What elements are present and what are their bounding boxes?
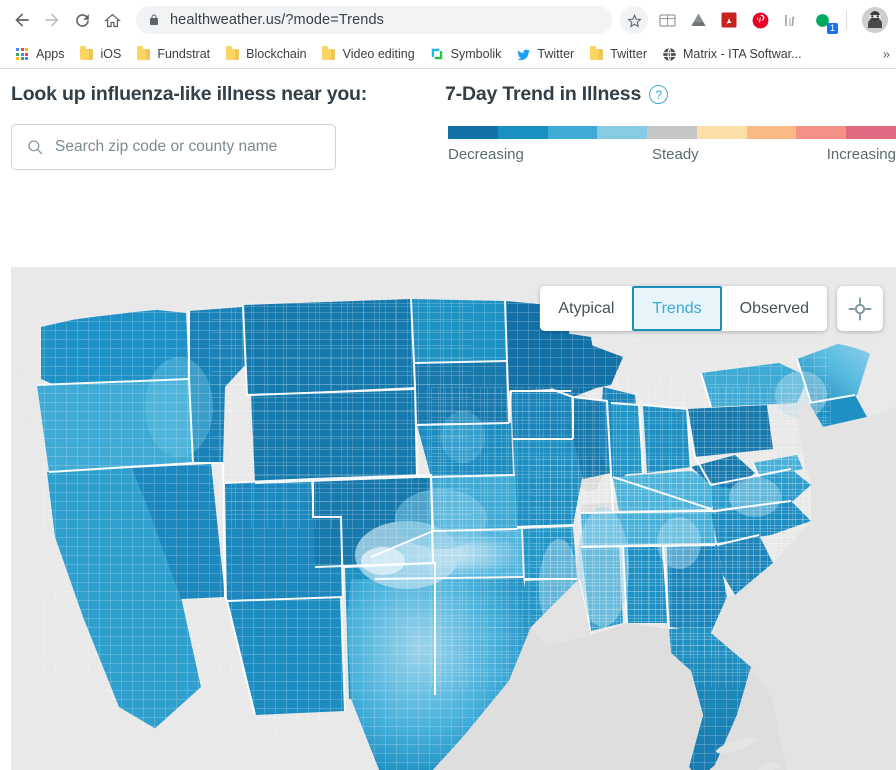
- back-button[interactable]: [8, 6, 36, 34]
- bookmarks-overflow-button[interactable]: »: [879, 45, 894, 64]
- apps-grid-icon: [14, 46, 30, 62]
- folder-icon: [79, 46, 95, 62]
- search-input[interactable]: [55, 138, 321, 156]
- crosshair-locate-icon[interactable]: [837, 286, 883, 331]
- reading-list-icon[interactable]: [656, 9, 678, 31]
- analytics-icon[interactable]: [780, 9, 802, 31]
- browser-chrome: healthweather.us/?mode=Trends 1 Apps iOS…: [0, 0, 896, 69]
- page-headline: Look up influenza-like illness near you:: [11, 83, 368, 105]
- search-panel: Look up influenza-like illness near you:: [0, 83, 440, 199]
- bookmark-label: Matrix - ITA Softwar...: [683, 47, 802, 61]
- legend-color-scale: [448, 126, 896, 139]
- google-drive-icon[interactable]: [687, 9, 709, 31]
- green-dot-extension-icon[interactable]: 1: [811, 9, 838, 34]
- forward-button[interactable]: [38, 6, 66, 34]
- bookmark-twitter-1[interactable]: Twitter: [508, 43, 581, 65]
- choropleth-map: [11, 267, 896, 770]
- folder-icon: [135, 46, 151, 62]
- pinterest-icon[interactable]: [749, 9, 771, 31]
- bookmark-blockchain[interactable]: Blockchain: [217, 43, 313, 65]
- extension-badge: 1: [827, 23, 838, 34]
- lock-icon: [148, 13, 160, 27]
- search-box[interactable]: [11, 124, 336, 170]
- bookmarks-bar: Apps iOS Fundstrat Blockchain Video edit…: [0, 40, 896, 68]
- search-icon: [26, 138, 44, 156]
- legend-swatch: [448, 126, 498, 139]
- legend-labels: Decreasing Steady Increasing: [448, 146, 896, 163]
- map-mode-segmented-control: Atypical Trends Observed: [540, 286, 827, 331]
- bookmark-twitter-2[interactable]: Twitter: [581, 43, 654, 65]
- header-row: Look up influenza-like illness near you:…: [0, 69, 896, 199]
- legend-title-row: 7-Day Trend in Illness ?: [445, 83, 896, 106]
- url-text: healthweather.us/?mode=Trends: [170, 12, 384, 28]
- legend-label-steady: Steady: [651, 146, 699, 163]
- bookmark-label: Apps: [36, 47, 65, 61]
- symbolik-icon: [429, 46, 445, 62]
- profile-avatar[interactable]: [862, 7, 888, 33]
- folder-icon: [588, 46, 604, 62]
- legend-swatch: [746, 126, 797, 139]
- legend-swatch: [696, 126, 747, 139]
- reload-button[interactable]: [68, 6, 96, 34]
- bookmark-video-editing[interactable]: Video editing: [314, 43, 422, 65]
- map-canvas: [11, 267, 896, 770]
- legend-label-increasing: Increasing: [826, 146, 896, 163]
- browser-toolbar: healthweather.us/?mode=Trends 1: [0, 0, 896, 40]
- home-button[interactable]: [98, 6, 126, 34]
- tab-atypical[interactable]: Atypical: [540, 286, 633, 331]
- bookmark-fundstrat[interactable]: Fundstrat: [128, 43, 217, 65]
- tab-trends[interactable]: Trends: [632, 286, 722, 331]
- legend-swatch: [647, 126, 697, 139]
- legend-title: 7-Day Trend in Illness: [445, 83, 642, 105]
- bookmark-label: Symbolik: [450, 47, 502, 61]
- adobe-acrobat-icon[interactable]: [718, 9, 740, 31]
- bookmark-ios[interactable]: iOS: [72, 43, 129, 65]
- bookmark-label: iOS: [100, 47, 122, 61]
- bookmark-label: Fundstrat: [157, 47, 211, 61]
- twitter-bird-icon: [515, 46, 531, 62]
- legend-swatch: [497, 126, 548, 139]
- page-content: Look up influenza-like illness near you:…: [0, 69, 896, 770]
- question-mark-icon[interactable]: ?: [649, 85, 669, 104]
- bookmark-label: Video editing: [342, 47, 415, 61]
- legend-swatch: [796, 126, 847, 139]
- legend-label-decreasing: Decreasing: [448, 146, 524, 163]
- bookmark-label: Blockchain: [246, 47, 307, 61]
- legend-panel: 7-Day Trend in Illness ? Decreasing Stea…: [440, 83, 896, 199]
- bookmark-matrix-ita[interactable]: Matrix - ITA Softwar...: [654, 43, 809, 65]
- bookmark-label: Twitter: [537, 47, 575, 61]
- bookmark-label: Twitter: [610, 47, 648, 61]
- legend-swatch: [597, 126, 648, 139]
- map-container[interactable]: Atypical Trends Observed Last updated: M…: [11, 267, 896, 770]
- address-bar[interactable]: healthweather.us/?mode=Trends: [136, 6, 612, 34]
- folder-icon: [321, 46, 337, 62]
- county-borders: [39, 297, 831, 770]
- bookmark-star-icon[interactable]: [620, 6, 648, 34]
- bookmark-symbolik[interactable]: Symbolik: [422, 43, 509, 65]
- legend-swatch: [547, 126, 598, 139]
- folder-icon: [224, 46, 240, 62]
- extension-icons: 1: [656, 7, 888, 34]
- toolbar-divider: [846, 11, 847, 29]
- globe-icon: [661, 46, 677, 62]
- legend-swatch: [846, 126, 896, 139]
- tab-observed[interactable]: Observed: [721, 286, 827, 331]
- map-mode-controls: Atypical Trends Observed: [540, 286, 883, 331]
- bookmark-apps[interactable]: Apps: [7, 43, 72, 65]
